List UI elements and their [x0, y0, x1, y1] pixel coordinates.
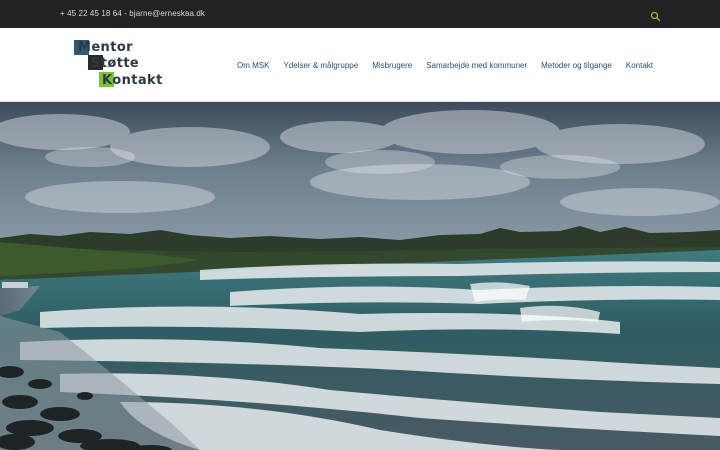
logo-word-kontakt: Kontakt [102, 73, 163, 88]
contact-info: + 45 22 45 18 64 - bjarne@erneskaa.dk [60, 9, 206, 18]
beach-waves-photo [0, 102, 720, 450]
site-header: Mentor Støtte Kontakt Om MSK Ydelser & m… [0, 28, 720, 102]
hero-image [0, 102, 720, 450]
nav-metoder-tilgange[interactable]: Metoder og tilgange [541, 61, 612, 70]
nav-kontakt[interactable]: Kontakt [626, 61, 653, 70]
logo-word-mentor: Mentor [78, 40, 133, 55]
nav-ydelser-malgruppe[interactable]: Ydelser & målgruppe [283, 61, 358, 70]
logo-word-stotte: Støtte [91, 56, 140, 71]
top-bar: + 45 22 45 18 64 - bjarne@erneskaa.dk [0, 0, 720, 28]
main-nav: Om MSK Ydelser & målgruppe Misbrugere Sa… [237, 61, 653, 70]
search-icon[interactable] [650, 9, 661, 22]
nav-misbrugere[interactable]: Misbrugere [372, 61, 412, 70]
site-logo[interactable]: Mentor Støtte Kontakt [72, 38, 168, 92]
nav-samarbejde-kommuner[interactable]: Samarbejde med kommuner [426, 61, 527, 70]
nav-om-msk[interactable]: Om MSK [237, 61, 269, 70]
